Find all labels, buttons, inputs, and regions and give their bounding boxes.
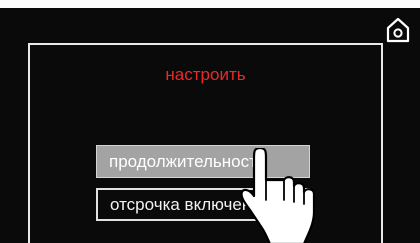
menu-item-label: отсрочка включения [110,195,270,214]
home-button[interactable] [386,17,410,43]
appliance-display: настроить продолжительность отсрочка вкл… [0,0,420,243]
home-icon [386,17,410,43]
menu-item-label: продолжительность [109,152,266,171]
menu-item-delayed-start[interactable]: отсрочка включения [96,188,310,221]
menu-item-duration[interactable]: продолжительность [96,145,310,178]
menu-title: настроить [165,65,246,84]
top-band [0,0,420,8]
